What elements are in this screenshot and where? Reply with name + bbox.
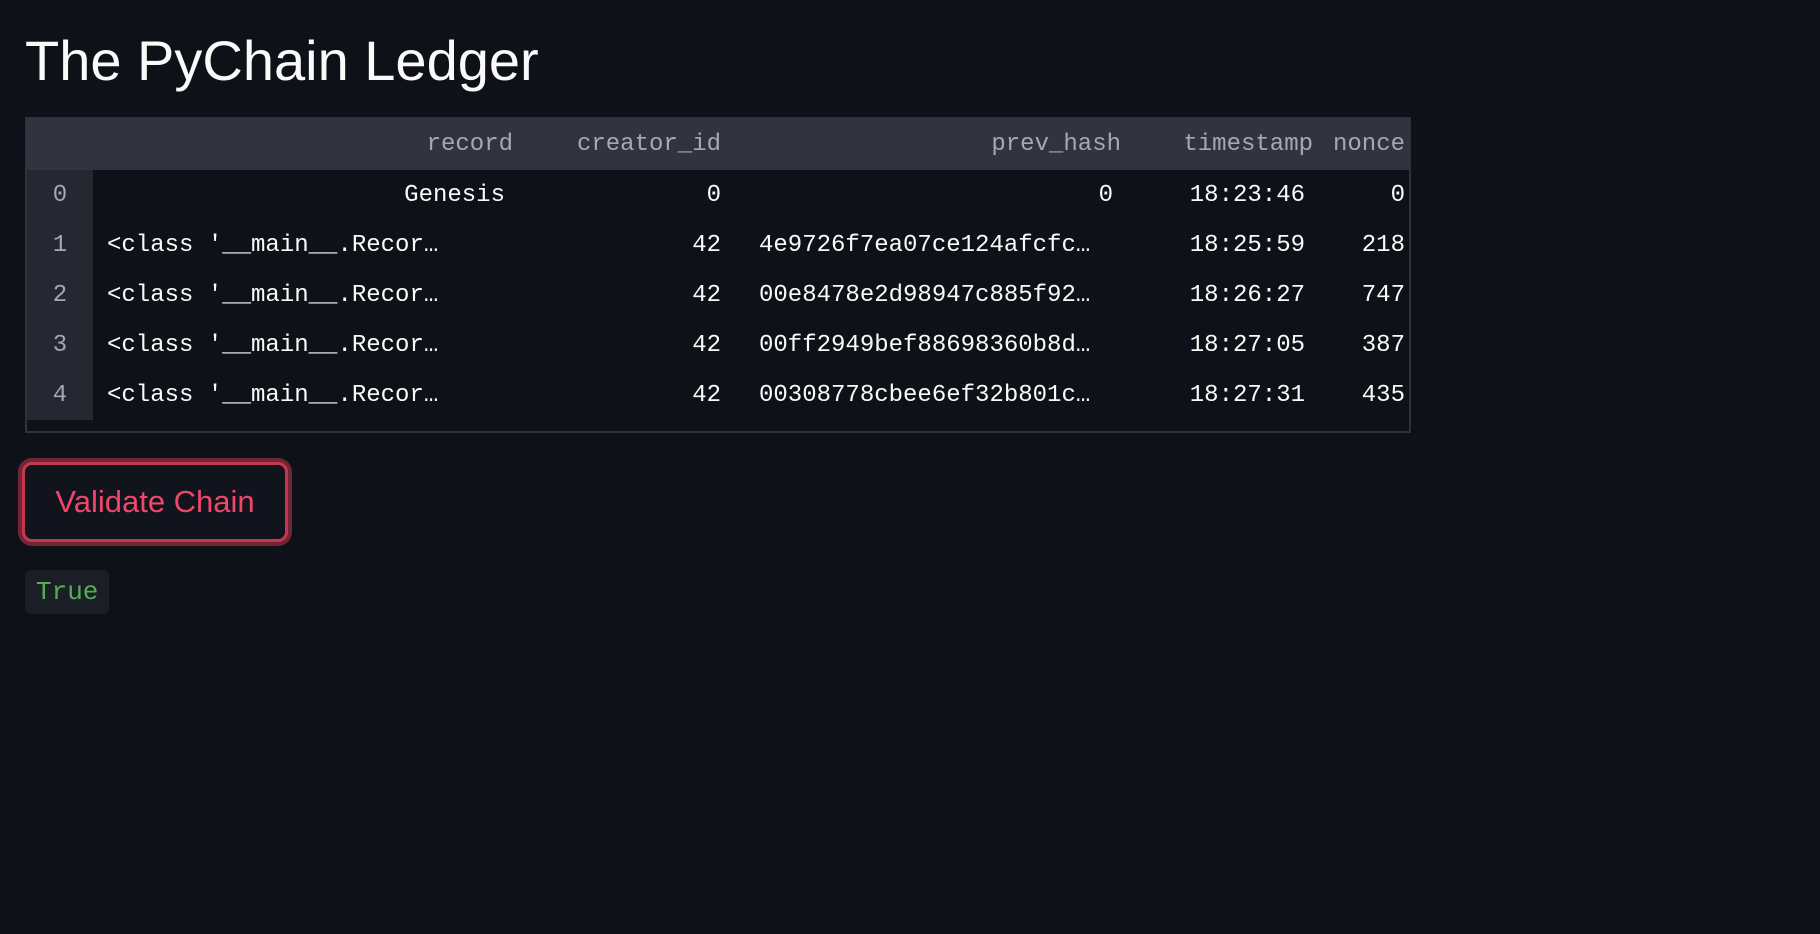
cell-record[interactable]: <class '__main__.Recor…: [93, 370, 517, 420]
column-header-timestamp[interactable]: timestamp: [1125, 119, 1317, 170]
cell-creator-id[interactable]: 42: [517, 270, 725, 320]
cell-timestamp[interactable]: 18:25:59: [1125, 220, 1317, 270]
cell-creator-id[interactable]: 42: [517, 370, 725, 420]
validation-result: True: [25, 570, 110, 614]
cell-timestamp[interactable]: 18:23:46: [1125, 170, 1317, 220]
cell-prev-hash[interactable]: 4e9726f7ea07ce124afcfc…: [725, 220, 1125, 270]
row-index: 3: [27, 320, 93, 370]
cell-timestamp[interactable]: 18:26:27: [1125, 270, 1317, 320]
column-header-creator-id[interactable]: creator_id: [517, 119, 725, 170]
cell-nonce[interactable]: 218: [1317, 220, 1409, 270]
cell-nonce[interactable]: 435: [1317, 370, 1409, 420]
cell-nonce[interactable]: 0: [1317, 170, 1409, 220]
cell-prev-hash[interactable]: 00e8478e2d98947c885f92…: [725, 270, 1125, 320]
cell-creator-id[interactable]: 0: [517, 170, 725, 220]
row-index: 0: [27, 170, 93, 220]
row-index: 4: [27, 370, 93, 420]
ledger-grid: record creator_id prev_hash timestamp no…: [27, 119, 1409, 420]
cell-record[interactable]: <class '__main__.Recor…: [93, 220, 517, 270]
cell-record[interactable]: <class '__main__.Recor…: [93, 270, 517, 320]
cell-record[interactable]: <class '__main__.Recor…: [93, 320, 517, 370]
cell-prev-hash[interactable]: 00ff2949bef88698360b8d…: [725, 320, 1125, 370]
table-row: 4 <class '__main__.Recor… 42 00308778cbe…: [27, 370, 1409, 420]
cell-record[interactable]: Genesis: [93, 170, 517, 220]
cell-timestamp[interactable]: 18:27:31: [1125, 370, 1317, 420]
table-header-row: record creator_id prev_hash timestamp no…: [27, 119, 1409, 170]
table-row: 3 <class '__main__.Recor… 42 00ff2949bef…: [27, 320, 1409, 370]
index-header-corner: [27, 119, 93, 170]
cell-creator-id[interactable]: 42: [517, 320, 725, 370]
column-header-record[interactable]: record: [93, 119, 517, 170]
table-row: 1 <class '__main__.Recor… 42 4e9726f7ea0…: [27, 220, 1409, 270]
table-row: 0 Genesis 0 0 18:23:46 0: [27, 170, 1409, 220]
row-index: 1: [27, 220, 93, 270]
cell-nonce[interactable]: 747: [1317, 270, 1409, 320]
cell-prev-hash[interactable]: 0: [725, 170, 1125, 220]
ledger-table[interactable]: record creator_id prev_hash timestamp no…: [25, 117, 1411, 433]
table-row: 2 <class '__main__.Recor… 42 00e8478e2d9…: [27, 270, 1409, 320]
cell-prev-hash[interactable]: 00308778cbee6ef32b801c…: [725, 370, 1125, 420]
column-header-prev-hash[interactable]: prev_hash: [725, 119, 1125, 170]
validate-chain-button[interactable]: Validate Chain: [22, 462, 288, 542]
column-header-nonce[interactable]: nonce: [1317, 119, 1409, 170]
page-title: The PyChain Ledger: [25, 29, 539, 92]
cell-nonce[interactable]: 387: [1317, 320, 1409, 370]
cell-creator-id[interactable]: 42: [517, 220, 725, 270]
row-index: 2: [27, 270, 93, 320]
cell-timestamp[interactable]: 18:27:05: [1125, 320, 1317, 370]
